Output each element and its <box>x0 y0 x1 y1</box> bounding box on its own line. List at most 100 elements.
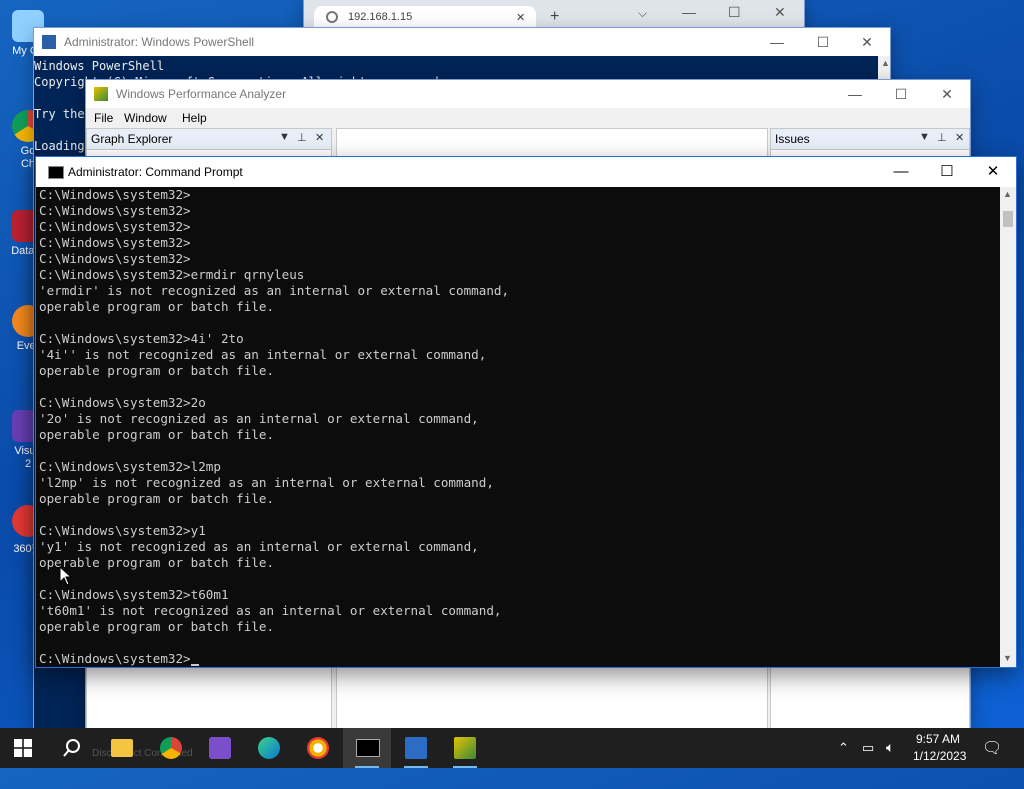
close-icon[interactable]: ✕ <box>315 131 324 144</box>
console-line: operable program or batch file. <box>39 619 275 634</box>
powershell-titlebar[interactable]: Administrator: Windows PowerShell — ☐ ✕ <box>34 28 890 56</box>
console-line: C:\Windows\system32>2o <box>39 395 206 410</box>
console-line: C:\Windows\system32> <box>39 235 191 250</box>
wpa-titlebar[interactable]: Windows Performance Analyzer — ☐ ✕ <box>86 80 970 108</box>
close-button[interactable]: ✕ <box>774 4 786 21</box>
powershell-icon <box>405 737 427 759</box>
minimize-button[interactable]: — <box>682 4 696 20</box>
visual-studio-icon <box>209 737 231 759</box>
console-line: operable program or batch file. <box>39 491 275 506</box>
browser-tab[interactable]: 192.168.1.15 ✕ <box>314 6 536 30</box>
console-line: operable program or batch file. <box>39 427 275 442</box>
taskbar-chrome[interactable] <box>147 728 195 768</box>
search-button[interactable] <box>48 728 96 768</box>
tab-close-button[interactable]: ✕ <box>516 11 525 24</box>
powershell-icon <box>42 35 56 49</box>
window-title: Administrator: Command Prompt <box>68 165 243 179</box>
taskbar-file-explorer[interactable] <box>98 728 146 768</box>
cmd-icon <box>48 166 64 179</box>
scroll-up-arrow-icon[interactable]: ▲ <box>1003 189 1012 199</box>
taskbar-edge[interactable] <box>245 728 293 768</box>
folder-icon <box>111 739 133 757</box>
chrome-icon <box>160 737 182 759</box>
console-line: C:\Windows\system32> <box>39 187 191 202</box>
network-icon[interactable]: ▭ <box>862 740 874 780</box>
cmd-titlebar[interactable]: Administrator: Command Prompt — ☐ ✕ <box>36 157 1016 187</box>
new-tab-button[interactable]: + <box>550 8 559 26</box>
globe-icon <box>326 11 338 23</box>
dropdown-icon[interactable]: ▼ <box>919 131 930 143</box>
clock-date[interactable]: 1/12/2023 <box>913 749 966 789</box>
menu-bar: File Window Help <box>86 108 970 128</box>
pane-title: Graph Explorer <box>91 132 173 146</box>
pane-title: Issues <box>775 132 810 146</box>
console-line: C:\Windows\system32> <box>39 219 191 234</box>
close-button[interactable]: ✕ <box>970 157 1016 187</box>
360-browser-icon <box>307 737 329 759</box>
volume-icon[interactable]: 🔈︎ <box>886 739 894 779</box>
console-line: C:\Windows\system32>4i' 2to <box>39 331 244 346</box>
menu-help[interactable]: Help <box>182 111 207 125</box>
taskbar-wpa[interactable] <box>441 728 489 768</box>
console-line: C:\Windows\system32> <box>39 203 191 218</box>
close-icon[interactable]: ✕ <box>955 131 964 144</box>
scrollbar-thumb[interactable] <box>1003 211 1013 227</box>
maximize-button[interactable]: ☐ <box>728 4 741 21</box>
issues-header: Issues ▼ ⊥ ✕ <box>771 129 969 150</box>
minimize-button[interactable]: — <box>754 28 800 56</box>
taskbar-command-prompt[interactable] <box>343 728 391 768</box>
edge-icon <box>258 737 280 759</box>
notification-icon[interactable]: 🗨︎ <box>982 738 1002 778</box>
command-prompt-window[interactable]: Administrator: Command Prompt — ☐ ✕ C:\W… <box>36 157 1016 667</box>
console-line: operable program or batch file. <box>39 555 275 570</box>
cmd-icon <box>356 739 380 757</box>
maximize-button[interactable]: ☐ <box>878 80 924 108</box>
window-title: Windows Performance Analyzer <box>116 87 287 101</box>
console-line: 't60m1' is not recognized as an internal… <box>39 603 502 618</box>
taskbar-visual-studio[interactable] <box>196 728 244 768</box>
console-line: operable program or batch file. <box>39 299 275 314</box>
console-line: 'l2mp' is not recognized as an internal … <box>39 475 494 490</box>
cmd-console-output[interactable]: C:\Windows\system32> C:\Windows\system32>… <box>36 187 1000 667</box>
close-button[interactable]: ✕ <box>844 28 890 56</box>
dropdown-icon[interactable]: ▼ <box>279 131 290 143</box>
menu-window[interactable]: Window <box>124 111 167 125</box>
console-line: Windows PowerShell <box>34 59 165 73</box>
maximize-button[interactable]: ☐ <box>924 157 970 187</box>
text-cursor <box>190 664 199 666</box>
scroll-up-arrow-icon[interactable]: ▲ <box>881 58 890 68</box>
tab-title: 192.168.1.15 <box>348 11 413 23</box>
window-title: Administrator: Windows PowerShell <box>64 35 255 49</box>
console-line: '2o' is not recognized as an internal or… <box>39 411 479 426</box>
console-line: operable program or batch file. <box>39 363 275 378</box>
minimize-button[interactable]: — <box>878 157 924 187</box>
pin-icon[interactable]: ⊥ <box>937 131 947 144</box>
taskbar-powershell[interactable] <box>392 728 440 768</box>
command-prompt-line[interactable]: C:\Windows\system32> <box>39 651 191 666</box>
chevron-up-icon[interactable]: ⌃ <box>838 740 849 780</box>
console-line: 'ermdir' is not recognized as an interna… <box>39 283 510 298</box>
menu-file[interactable]: File <box>94 111 113 125</box>
windows-logo-icon <box>14 739 32 757</box>
scrollbar[interactable]: ▲ ▼ <box>1000 187 1016 667</box>
mouse-pointer-icon <box>59 566 73 586</box>
pin-icon[interactable]: ⊥ <box>297 131 307 144</box>
browser-window[interactable]: 192.168.1.15 ✕ + ⌵ — ☐ ✕ <box>304 0 804 30</box>
console-line: C:\Windows\system32>ermdir qrnyleus <box>39 267 305 282</box>
minimize-button[interactable]: — <box>832 80 878 108</box>
taskbar-360-browser[interactable] <box>294 728 342 768</box>
console-line: 'y1' is not recognized as an internal or… <box>39 539 479 554</box>
start-button[interactable] <box>0 728 48 768</box>
close-button[interactable]: ✕ <box>924 80 970 108</box>
console-line: C:\Windows\system32>l2mp <box>39 459 221 474</box>
chevron-down-icon[interactable]: ⌵ <box>638 6 647 21</box>
maximize-button[interactable]: ☐ <box>800 28 846 56</box>
search-icon <box>63 739 80 757</box>
console-line: C:\Windows\system32>t60m1 <box>39 587 229 602</box>
scroll-down-arrow-icon[interactable]: ▼ <box>1003 653 1012 663</box>
